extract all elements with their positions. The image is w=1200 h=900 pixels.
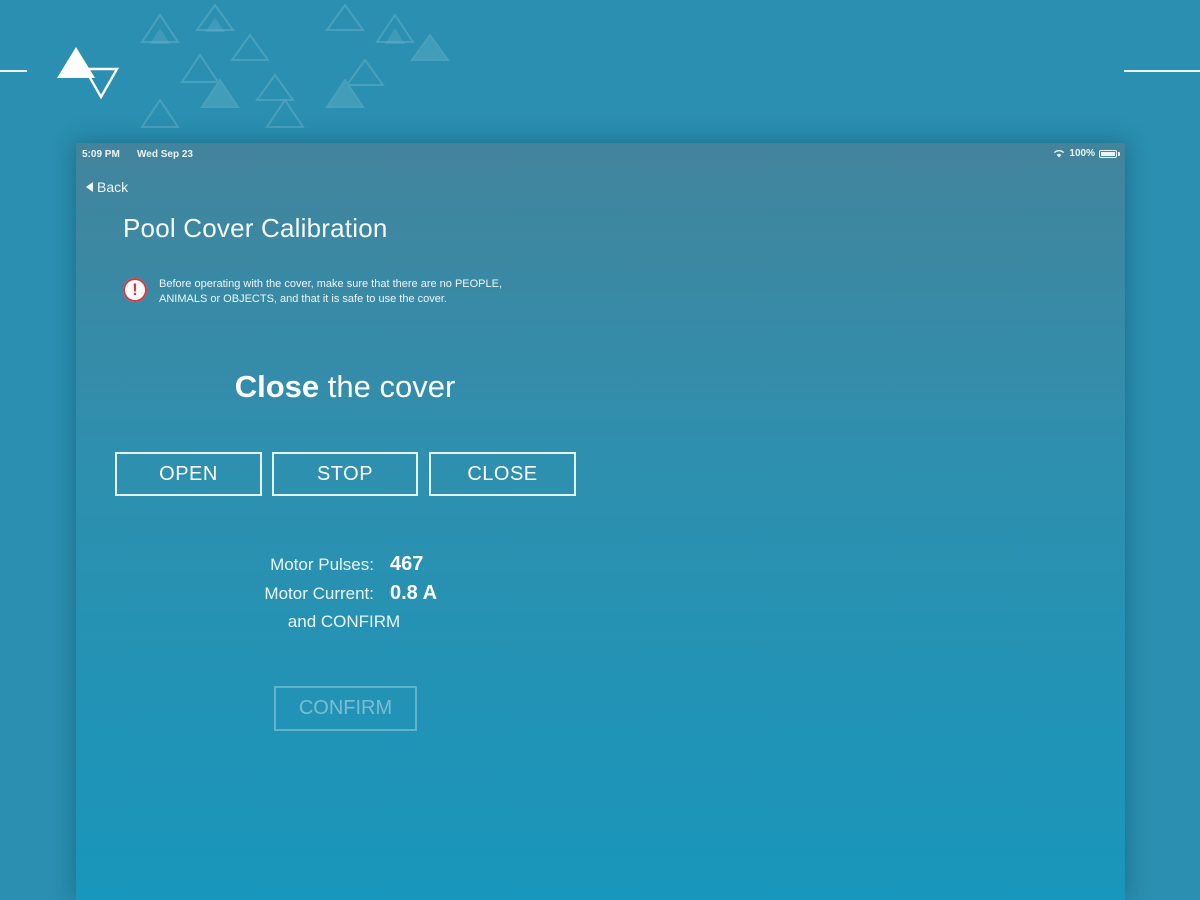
back-label: Back — [97, 179, 129, 195]
page-title: Pool Cover Calibration — [123, 213, 388, 243]
close-button[interactable]: CLOSE — [429, 452, 576, 496]
triangle-logo-icon — [57, 47, 120, 100]
background-triangle-pattern — [140, 3, 450, 128]
status-bar: 5:09 PM Wed Sep 23 100% — [76, 143, 1125, 165]
motor-pulses-value: 467 — [390, 553, 424, 575]
status-date: Wed Sep 23 — [137, 149, 193, 160]
instruction-rest: the cover — [319, 369, 456, 404]
motor-current-label: Motor Current: — [264, 584, 374, 603]
battery-icon — [1099, 149, 1120, 158]
instruction-action: Close — [234, 369, 320, 404]
status-indicators: 100% — [1053, 148, 1120, 159]
stop-button[interactable]: STOP — [272, 452, 418, 496]
motor-current-value: 0.8 A — [390, 582, 438, 604]
confirm-button[interactable]: CONFIRM — [274, 686, 417, 731]
open-button[interactable]: OPEN — [115, 452, 262, 496]
battery-percent: 100% — [1069, 148, 1095, 159]
header-rule-left — [0, 70, 27, 72]
wifi-icon — [1054, 150, 1065, 158]
header-rule-right — [1124, 70, 1200, 72]
exclamation-circle-icon: ! — [123, 278, 147, 302]
motor-pulses-label: Motor Pulses: — [270, 555, 374, 574]
confirm-hint: and CONFIRM — [287, 612, 401, 631]
tablet-screen: 5:09 PM Wed Sep 23 100% Back Pool Cover … — [76, 143, 1125, 900]
chevron-left-icon — [86, 182, 93, 192]
safety-warning: ! Before operating with the cover, make … — [123, 278, 543, 307]
status-time: 5:09 PM — [82, 149, 120, 160]
instruction-heading: Close the cover — [76, 369, 614, 405]
warning-text: Before operating with the cover, make su… — [159, 278, 503, 305]
back-button[interactable]: Back — [86, 179, 128, 195]
